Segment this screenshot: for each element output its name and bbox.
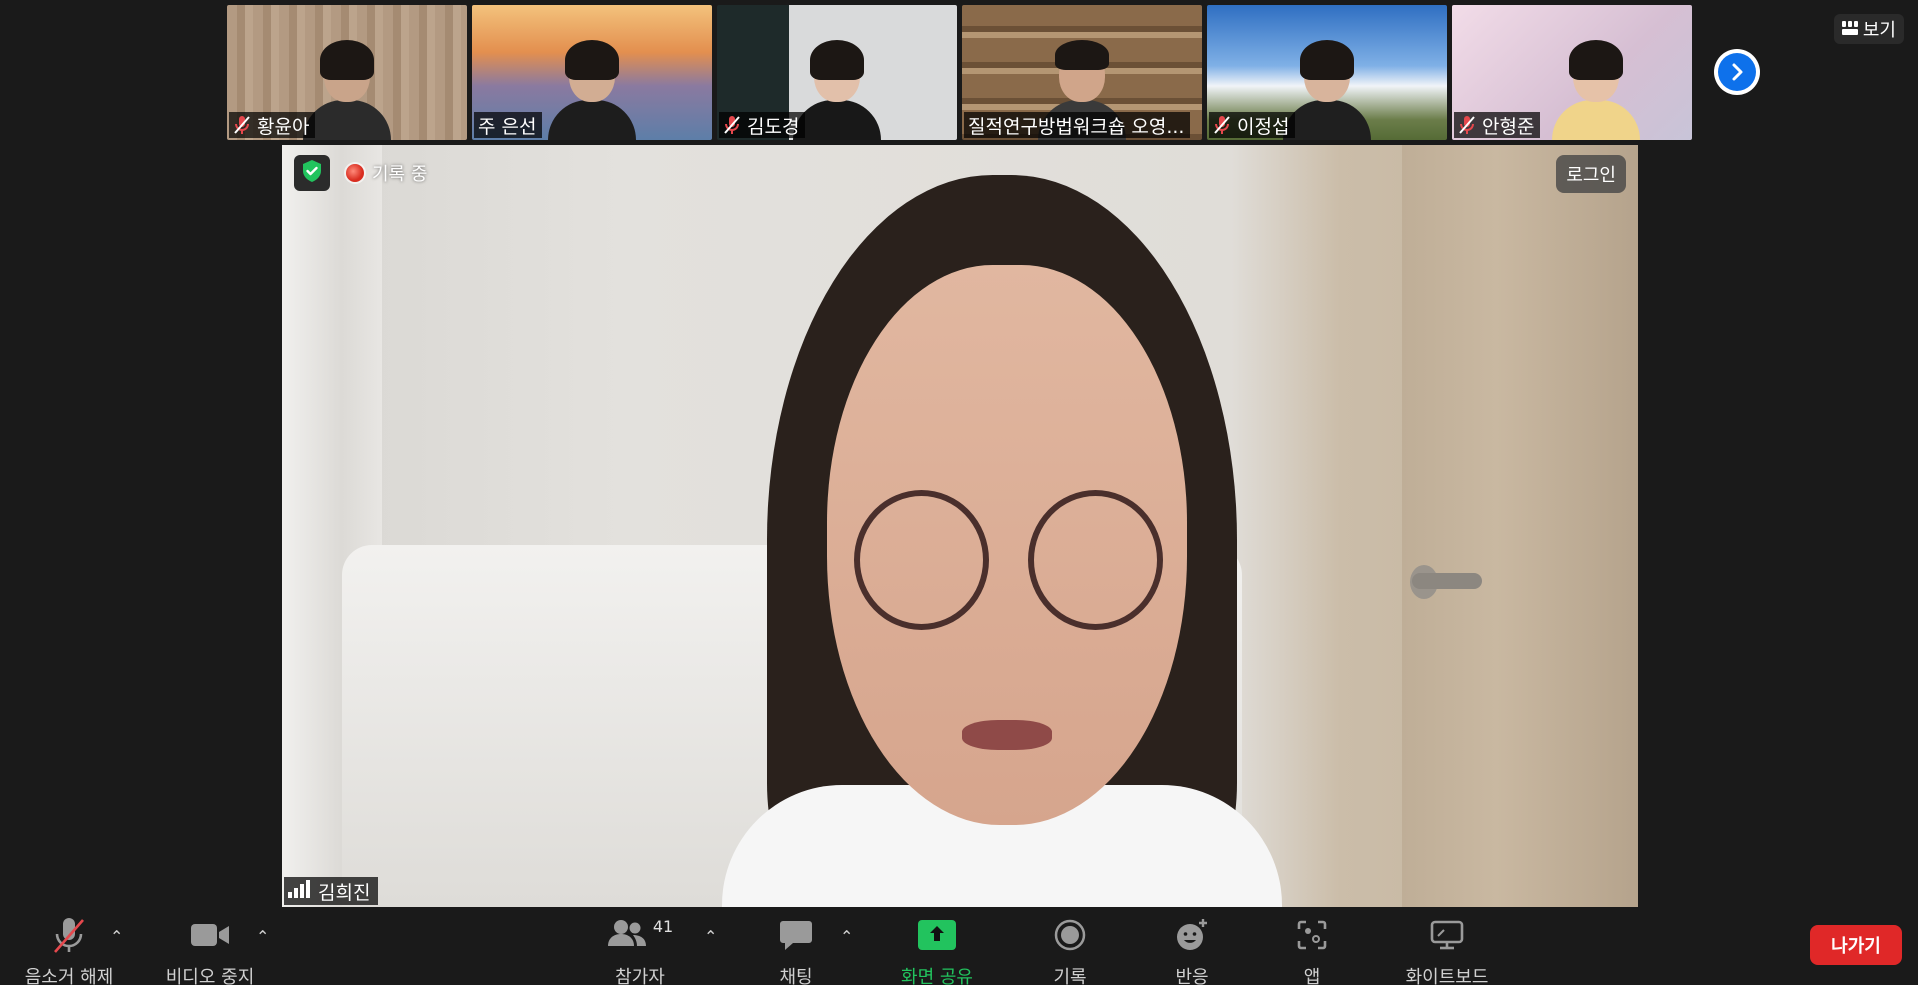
participant-nameplate: 질적연구방법워크숍 오영... (964, 112, 1191, 138)
share-screen-icon (918, 915, 956, 955)
stop-video-label: 비디오 중지 (165, 967, 255, 985)
mic-muted-icon (233, 115, 251, 135)
speaker-glasses-right (1028, 490, 1163, 630)
participant-avatar (1283, 40, 1371, 140)
participant-nameplate: 김도경 (719, 112, 806, 138)
reactions-label: 반응 (1175, 967, 1209, 985)
next-page-button[interactable] (1714, 49, 1760, 95)
participants-label: 참가자 (615, 967, 665, 985)
person-body (1283, 100, 1371, 140)
unmute-button[interactable]: 음소거 해제 (18, 915, 120, 985)
participant-tile[interactable]: 주 은선 (472, 5, 712, 140)
active-speaker-video[interactable]: 기록 중 로그인 김희진 (282, 145, 1638, 907)
participant-tile[interactable]: 안형준 (1452, 5, 1692, 140)
leave-label: 나가기 (1831, 936, 1881, 957)
share-screen-label: 화면 공유 (901, 967, 973, 985)
mic-muted-icon (1213, 115, 1231, 135)
participant-avatar (1552, 40, 1640, 140)
recording-label: 기록 중 (372, 164, 428, 185)
participant-name: 질적연구방법워크숍 오영... (968, 115, 1185, 138)
apps-button[interactable]: 앱 (1282, 915, 1342, 985)
participant-tile[interactable]: 이정섭 (1207, 5, 1447, 140)
meeting-toolbar: 음소거 해제 ⌃ 비디오 중지 ⌃ 41 참가자 ⌃ 채팅 ⌃ 화면 공유 기록… (0, 907, 1918, 985)
participant-name: 황윤아 (257, 115, 310, 138)
participants-options-caret[interactable]: ⌃ (704, 927, 717, 946)
login-button[interactable]: 로그인 (1556, 155, 1626, 193)
participant-tile[interactable]: 황윤아 (227, 5, 467, 140)
apps-label: 앱 (1303, 967, 1321, 985)
chat-label: 채팅 (779, 967, 813, 985)
participant-name: 안형준 (1482, 115, 1535, 138)
security-button[interactable] (294, 155, 330, 191)
participant-nameplate: 황윤아 (229, 112, 316, 138)
reactions-button[interactable]: 반응 (1162, 915, 1222, 985)
speaker-nameplate: 김희진 (284, 877, 379, 905)
video-camera-icon (190, 915, 230, 955)
participant-avatar (548, 40, 636, 140)
participant-count: 41 (652, 917, 674, 936)
speaker-glasses-left (854, 490, 989, 630)
recording-dot-icon (346, 164, 364, 182)
person-hair (1055, 40, 1109, 70)
participant-name: 주 은선 (478, 115, 537, 138)
participant-tile[interactable]: 질적연구방법워크숍 오영... (962, 5, 1202, 140)
participants-button[interactable]: 41 참가자 (598, 915, 682, 985)
participants-icon-group: 41 (607, 915, 673, 955)
record-icon (1054, 915, 1086, 955)
people-icon (607, 919, 647, 951)
speaker-name: 김희진 (318, 881, 371, 904)
view-button[interactable]: 보기 (1833, 14, 1904, 44)
chat-button[interactable]: 채팅 (766, 915, 826, 985)
mic-muted-icon (1458, 115, 1476, 135)
grid-icon (1841, 19, 1858, 40)
person-body (548, 100, 636, 140)
recording-indicator[interactable]: 기록 중 (346, 159, 427, 187)
login-button-label: 로그인 (1566, 165, 1616, 186)
participant-strip: 황윤아 주 은선 김도경 질적연구방법워크숍 오영... 이정섭 안형준 (227, 5, 1697, 140)
participant-name: 김도경 (747, 115, 800, 138)
person-hair (320, 40, 374, 80)
leave-meeting-button[interactable]: 나가기 (1810, 925, 1902, 965)
person-body (303, 100, 391, 140)
audio-options-caret[interactable]: ⌃ (110, 927, 123, 946)
participant-nameplate: 이정섭 (1209, 112, 1296, 138)
shield-check-icon (301, 159, 323, 187)
person-hair (565, 40, 619, 80)
speaker-mouth (962, 720, 1052, 750)
emoji-plus-icon (1175, 915, 1209, 955)
person-hair (1569, 40, 1623, 80)
whiteboard-icon (1430, 915, 1464, 955)
whiteboard-label: 화이트보드 (1405, 967, 1489, 985)
participant-name: 이정섭 (1237, 115, 1290, 138)
participant-avatar (303, 40, 391, 140)
stop-video-button[interactable]: 비디오 중지 (160, 915, 260, 985)
record-button[interactable]: 기록 (1040, 915, 1100, 985)
participant-avatar (793, 40, 881, 140)
share-screen-button[interactable]: 화면 공유 (892, 915, 982, 985)
apps-icon (1297, 915, 1327, 955)
person-hair (810, 40, 864, 80)
view-button-label: 보기 (1862, 20, 1896, 41)
person-body (793, 100, 881, 140)
person-body (1552, 100, 1640, 140)
chat-options-caret[interactable]: ⌃ (840, 927, 853, 946)
whiteboard-button[interactable]: 화이트보드 (1392, 915, 1502, 985)
mic-muted-icon (723, 115, 741, 135)
chat-bubble-icon (779, 915, 813, 955)
video-doorknob (1412, 573, 1482, 589)
participant-nameplate: 주 은선 (474, 112, 543, 138)
person-hair (1300, 40, 1354, 80)
chevron-right-icon (1718, 53, 1756, 91)
participant-tile[interactable]: 김도경 (717, 5, 957, 140)
participant-nameplate: 안형준 (1454, 112, 1541, 138)
zoom-meeting-window: 황윤아 주 은선 김도경 질적연구방법워크숍 오영... 이정섭 안형준 보기 … (0, 0, 1918, 985)
video-door (1402, 145, 1638, 907)
record-label: 기록 (1053, 967, 1087, 985)
video-options-caret[interactable]: ⌃ (256, 927, 269, 946)
signal-bars-icon (288, 879, 310, 903)
unmute-label: 음소거 해제 (24, 967, 114, 985)
mic-muted-icon (51, 915, 87, 955)
